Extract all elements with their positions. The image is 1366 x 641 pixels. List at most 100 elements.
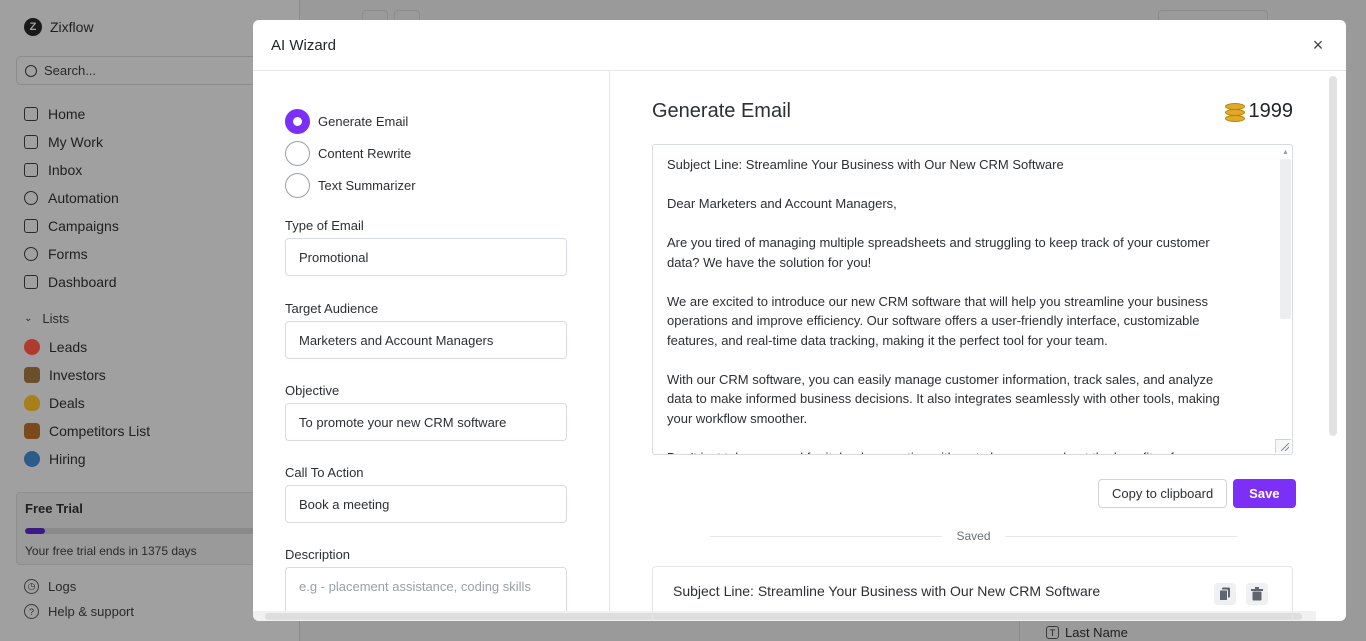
- credits-badge: 1999: [1224, 100, 1294, 123]
- list-item-competitors[interactable]: Competitors List: [24, 417, 150, 445]
- saved-label: Saved: [956, 529, 991, 543]
- copy-to-clipboard-button[interactable]: Copy to clipboard: [1098, 479, 1228, 508]
- email-line: your workflow smoother.: [667, 410, 808, 426]
- megaphone-icon: [24, 219, 38, 233]
- output-scrollbar[interactable]: [1329, 76, 1337, 436]
- output-actions: Copy to clipboard Save: [1098, 479, 1296, 508]
- coins-icon: [1224, 101, 1245, 123]
- mode-text-summarizer[interactable]: Text Summarizer: [285, 169, 609, 201]
- email-line: [667, 350, 1252, 370]
- call-to-action-field: Call To Action Book a meeting: [285, 465, 609, 523]
- clock-icon: ◷: [24, 579, 39, 594]
- nav-label: Dashboard: [48, 274, 117, 290]
- description-field: Description e.g - placement assistance, …: [285, 547, 609, 621]
- search-icon: [25, 64, 37, 77]
- nav-label: My Work: [48, 134, 103, 150]
- list-item-investors[interactable]: Investors: [24, 361, 150, 389]
- radio-unselected[interactable]: [285, 172, 310, 198]
- call-to-action-input[interactable]: Book a meeting: [285, 485, 567, 523]
- list-label: Leads: [49, 339, 88, 355]
- saved-card-actions: [1214, 583, 1268, 605]
- brand[interactable]: Z Zixflow: [24, 18, 94, 36]
- type-of-email-input[interactable]: Promotional: [285, 238, 567, 276]
- email-line: Subject Line: Streamline Your Business w…: [667, 157, 1064, 172]
- scrollbar-thumb[interactable]: [1280, 159, 1291, 319]
- clapper-icon: [24, 423, 40, 439]
- credits-count: 1999: [1248, 100, 1294, 122]
- field-label: Target Audience: [285, 301, 379, 316]
- bg-column-label: Last Name: [1065, 625, 1128, 640]
- trash-icon: [1251, 587, 1263, 601]
- resize-handle[interactable]: [1275, 439, 1291, 453]
- list-label: Hiring: [49, 451, 86, 467]
- list-item-leads[interactable]: Leads: [24, 333, 150, 361]
- objective-input[interactable]: To promote your new CRM software: [285, 403, 567, 441]
- email-line: We are excited to introduce our new CRM …: [667, 293, 1208, 309]
- chevron-down-icon: ⌄: [24, 313, 33, 324]
- copy-icon: [1219, 587, 1230, 601]
- list-label: Deals: [49, 395, 85, 411]
- list-label: Competitors List: [49, 423, 151, 439]
- list-label: Investors: [49, 367, 106, 383]
- generated-email-textarea[interactable]: Subject Line: Streamline Your Business w…: [652, 144, 1293, 455]
- mode-generate-email[interactable]: Generate Email: [285, 105, 609, 137]
- lists-heading-label: Lists: [42, 311, 70, 326]
- text-type-icon: T: [1046, 626, 1059, 639]
- lightbulb-icon: [24, 191, 38, 205]
- mode-content-rewrite[interactable]: Content Rewrite: [285, 137, 609, 169]
- output-heading: Generate Email: [652, 100, 791, 122]
- mode-label: Generate Email: [318, 113, 409, 129]
- email-line: [667, 272, 1252, 292]
- delete-button[interactable]: [1246, 583, 1268, 605]
- email-line: Dear Marketers and Account Managers,: [667, 196, 897, 211]
- search-placeholder: Search...: [44, 63, 97, 78]
- target-audience-input[interactable]: Marketers and Account Managers: [285, 321, 567, 359]
- modal-header: AI Wizard ×: [253, 20, 1346, 71]
- logs-link[interactable]: ◷ Logs: [24, 579, 76, 594]
- brand-name: Zixflow: [50, 19, 94, 35]
- trial-text: Your free trial ends in 1375 days: [25, 544, 197, 558]
- modal-title: AI Wizard: [271, 36, 337, 54]
- radio-selected[interactable]: [285, 108, 310, 134]
- abacus-icon: [24, 367, 40, 383]
- email-line: [667, 175, 1252, 195]
- inbox-icon: [24, 163, 38, 177]
- textarea-scrollbar[interactable]: ▲: [1279, 149, 1291, 452]
- email-line: Don't just take our word for it, book a …: [667, 448, 1252, 455]
- saved-email-card[interactable]: Subject Line: Streamline Your Business w…: [652, 566, 1293, 621]
- mode-label: Text Summarizer: [318, 177, 416, 193]
- list-item-hiring[interactable]: Hiring: [24, 445, 150, 473]
- target-audience-field: Target Audience Marketers and Account Ma…: [285, 301, 609, 359]
- mode-label: Content Rewrite: [318, 145, 412, 161]
- close-button[interactable]: ×: [1308, 35, 1328, 55]
- help-link[interactable]: ? Help & support: [24, 604, 134, 619]
- wizard-output: Generate Email 1999 Subject Line: Stream…: [611, 71, 1346, 621]
- nav-label: Campaigns: [48, 218, 119, 234]
- home-icon: [24, 107, 38, 121]
- free-trial-card: Free Trial Your free trial ends in 1375 …: [16, 492, 286, 565]
- field-label: Description: [285, 547, 351, 562]
- bar-chart-icon: [24, 275, 38, 289]
- ai-wizard-modal: AI Wizard × Generate Email Content Rewri…: [253, 20, 1346, 621]
- field-label: Call To Action: [285, 465, 364, 480]
- scroll-up-icon[interactable]: ▲: [1282, 149, 1289, 156]
- saved-divider: Saved: [710, 529, 1237, 543]
- type-of-email-field: Type of Email Promotional: [285, 218, 609, 276]
- close-icon: ×: [1312, 34, 1324, 55]
- help-label: Help & support: [48, 604, 134, 619]
- radio-unselected[interactable]: [285, 140, 310, 166]
- chat-icon: [24, 247, 38, 261]
- email-line: [667, 214, 1252, 234]
- nav-label: Home: [48, 106, 86, 122]
- copy-button[interactable]: [1214, 583, 1236, 605]
- trial-progress-bar: [25, 528, 277, 534]
- lists-heading[interactable]: ⌄ Lists: [24, 311, 69, 326]
- save-button[interactable]: Save: [1233, 479, 1296, 508]
- email-line: features, and real-time data tracking, m…: [667, 332, 1108, 348]
- list-item-deals[interactable]: Deals: [24, 389, 150, 417]
- nav-label: Automation: [48, 190, 119, 206]
- saved-subject: Subject Line: Streamline Your Business w…: [673, 583, 1101, 599]
- email-line: Are you tired of managing multiple sprea…: [667, 235, 1210, 250]
- sidebar-search[interactable]: Search...: [16, 56, 286, 85]
- money-bag-icon: [24, 395, 40, 411]
